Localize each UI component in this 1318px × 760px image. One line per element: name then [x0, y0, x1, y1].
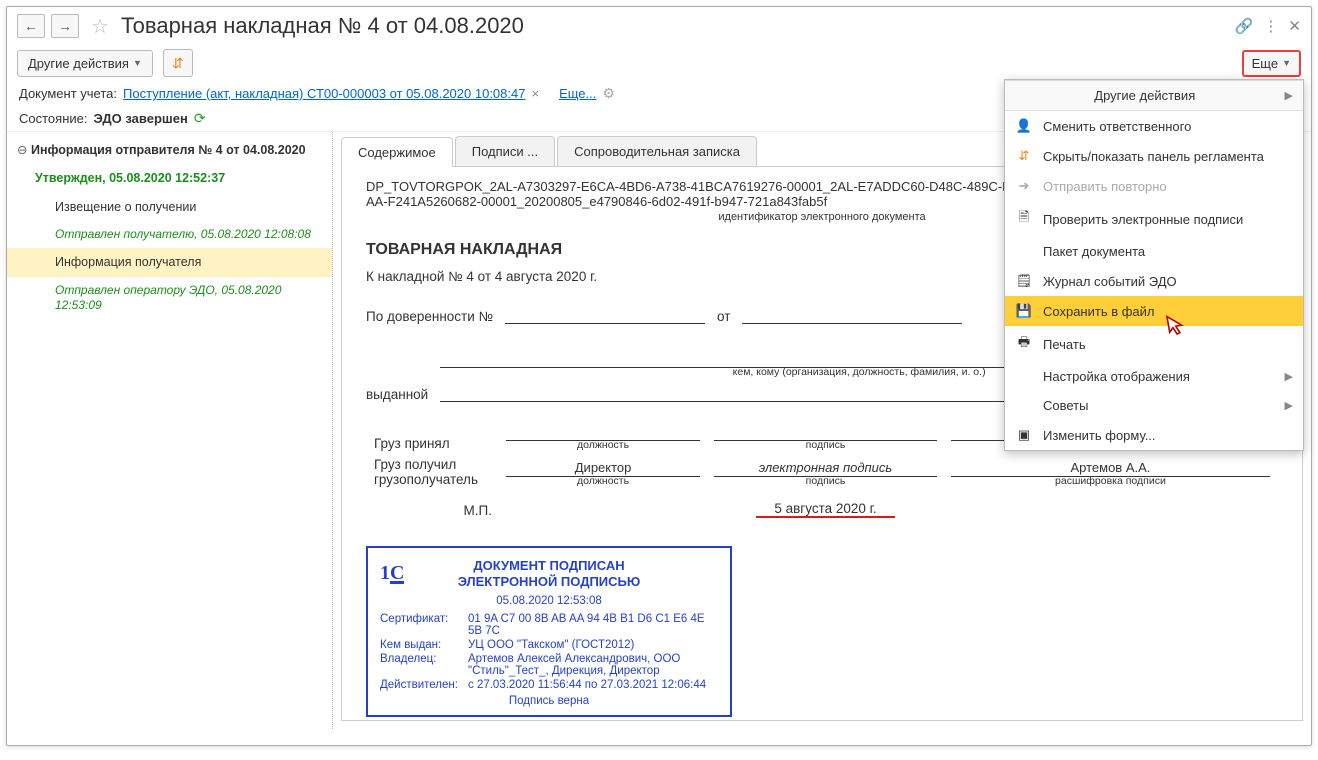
menu-other-actions[interactable]: Другие действия ▶	[1005, 80, 1303, 111]
issued-label: выданной	[366, 387, 428, 402]
document-check-icon: 🗎	[1015, 208, 1033, 230]
mp-label: М.П.	[368, 491, 498, 520]
menu-tips[interactable]: Советы ▶	[1005, 391, 1303, 420]
doc-account-label: Документ учета:	[19, 86, 117, 101]
stamp-owner-label: Владелец:	[380, 653, 468, 677]
col-position-caption-2: должность	[506, 475, 700, 487]
col-position-caption: должность	[506, 439, 700, 451]
form-icon: ▣	[1015, 427, 1033, 443]
menu-display-settings[interactable]: Настройка отображения ▶	[1005, 362, 1303, 391]
mp-date: 5 августа 2020 г.	[756, 501, 894, 518]
chevron-right-icon: ▶	[1285, 370, 1293, 383]
stamp-date: 05.08.2020 12:53:08	[380, 595, 718, 607]
other-actions-label: Другие действия	[28, 56, 129, 71]
tree-recipient-status: Отправлен оператору ЭДО, 05.08.2020 12:5…	[7, 277, 332, 320]
tab-signatures[interactable]: Подписи ...	[455, 136, 555, 166]
col-signature-caption: подпись	[714, 439, 937, 451]
favorite-icon[interactable]: ☆	[91, 14, 109, 39]
menu-verify-label: Проверить электронные подписи	[1043, 212, 1293, 227]
proxy-from-label: от	[717, 309, 730, 324]
menu-save-file[interactable]: 💾 Сохранить в файл	[1005, 296, 1303, 326]
more-label: Еще	[1252, 56, 1278, 71]
stamp-cert-label: Сертификат:	[380, 613, 468, 637]
window-title: Товарная накладная № 4 от 04.08.2020	[121, 13, 1229, 39]
hierarchy-icon: ⇵	[172, 55, 184, 72]
col-signature-caption-2: подпись	[714, 475, 937, 487]
proxy-date-field	[742, 308, 962, 324]
cargo-received-label: Груз получил грузополучатель	[368, 455, 498, 489]
stamp-foot: Подпись верна	[380, 695, 718, 707]
nav-back-button[interactable]: ←	[17, 14, 45, 38]
caret-down-icon: ▼	[133, 58, 142, 68]
tree-recipient-info[interactable]: Информация получателя	[7, 248, 332, 276]
menu-change-responsible-label: Сменить ответственного	[1043, 119, 1293, 134]
tree-root[interactable]: Информация отправителя № 4 от 04.08.2020	[7, 136, 332, 164]
menu-toggle-panel[interactable]: ⇵ Скрыть/показать панель регламента	[1005, 141, 1303, 171]
doc-account-link[interactable]: Поступление (акт, накладная) СТ00-000003…	[123, 86, 525, 101]
gear-icon[interactable]: ⚙	[602, 85, 615, 102]
tree-approved[interactable]: Утвержден, 05.08.2020 12:52:37	[7, 164, 332, 192]
cargo-accepted-label: Груз принял	[368, 422, 498, 453]
close-icon[interactable]: ✕	[1288, 17, 1301, 35]
menu-resend: ➜ Отправить повторно	[1005, 171, 1303, 201]
events-tree: Информация отправителя № 4 от 04.08.2020…	[7, 132, 333, 729]
kebab-icon[interactable]: ⋮	[1263, 17, 1278, 35]
stamp-logo: 1С	[380, 562, 404, 585]
stamp-head1: ДОКУМЕНТ ПОДПИСАН	[380, 558, 718, 574]
menu-event-log-label: Журнал событий ЭДО	[1043, 274, 1293, 289]
caret-down-icon: ▼	[1282, 58, 1291, 68]
more-link[interactable]: Еще...	[559, 86, 596, 101]
more-dropdown: Другие действия ▶ 👤 Сменить ответственно…	[1004, 79, 1304, 451]
tree-receipt-notice[interactable]: Извещение о получении	[7, 193, 332, 221]
tab-note[interactable]: Сопроводительная записка	[557, 136, 757, 166]
more-button[interactable]: Еще ▼	[1242, 50, 1301, 77]
save-icon: 💾	[1015, 303, 1033, 319]
stamp-valid-label: Действителен:	[380, 679, 468, 691]
print-icon: 🖶	[1015, 333, 1033, 355]
col-decipher-caption-2: расшифровка подписи	[951, 475, 1270, 487]
menu-change-form[interactable]: ▣ Изменить форму...	[1005, 420, 1303, 450]
menu-tips-label: Советы	[1043, 398, 1275, 413]
tab-content[interactable]: Содержимое	[341, 137, 453, 167]
state-label: Состояние:	[19, 111, 87, 126]
chevron-right-icon: ▶	[1285, 89, 1293, 102]
stamp-owner-value: Артемов Алексей Александрович, ООО "Стил…	[468, 653, 718, 677]
proxy-label: По доверенности №	[366, 309, 493, 324]
toggle-panel-button[interactable]: ⇵	[163, 49, 193, 77]
menu-package-label: Пакет документа	[1043, 244, 1293, 259]
state-value: ЭДО завершен	[93, 111, 187, 126]
proxy-number-field	[505, 308, 705, 324]
menu-display-settings-label: Настройка отображения	[1043, 369, 1275, 384]
refresh-icon[interactable]: ⟳	[194, 110, 206, 127]
other-actions-button[interactable]: Другие действия ▼	[17, 50, 153, 77]
menu-other-actions-label: Другие действия	[1015, 88, 1275, 103]
menu-toggle-panel-label: Скрыть/показать панель регламента	[1043, 149, 1293, 164]
link-icon[interactable]: 🔗	[1235, 17, 1254, 35]
stamp-issued-value: УЦ ООО "Такском" (ГОСТ2012)	[468, 639, 718, 651]
hierarchy-icon: ⇵	[1015, 148, 1033, 164]
user-swap-icon: 👤	[1015, 118, 1033, 134]
arrow-right-icon: ➜	[1015, 178, 1033, 194]
menu-change-form-label: Изменить форму...	[1043, 428, 1293, 443]
tree-receipt-status: Отправлен получателю, 05.08.2020 12:08:0…	[7, 221, 332, 249]
menu-print-label: Печать	[1043, 337, 1293, 352]
menu-verify[interactable]: 🗎 Проверить электронные подписи	[1005, 201, 1303, 237]
chevron-right-icon: ▶	[1285, 399, 1293, 412]
menu-event-log[interactable]: 🗒 Журнал событий ЭДО	[1005, 266, 1303, 296]
menu-change-responsible[interactable]: 👤 Сменить ответственного	[1005, 111, 1303, 141]
nav-forward-button[interactable]: →	[51, 14, 79, 38]
menu-print[interactable]: 🖶 Печать	[1005, 326, 1303, 362]
stamp-issued-label: Кем выдан:	[380, 639, 468, 651]
log-icon: 🗒	[1015, 273, 1033, 289]
stamp-valid-value: с 27.03.2020 11:56:44 по 27.03.2021 12:0…	[468, 679, 718, 691]
stamp-head2: ЭЛЕКТРОННОЙ ПОДПИСЬЮ	[380, 574, 718, 590]
signature-stamp: 1С ДОКУМЕНТ ПОДПИСАН ЭЛЕКТРОННОЙ ПОДПИСЬ…	[366, 546, 732, 717]
stamp-cert-value: 01 9A C7 00 8B AB AA 94 4B B1 D6 C1 E6 4…	[468, 613, 718, 637]
clear-link-icon[interactable]: ×	[531, 86, 539, 101]
menu-resend-label: Отправить повторно	[1043, 179, 1293, 194]
menu-package[interactable]: Пакет документа	[1005, 237, 1303, 266]
menu-save-file-label: Сохранить в файл	[1043, 304, 1293, 319]
